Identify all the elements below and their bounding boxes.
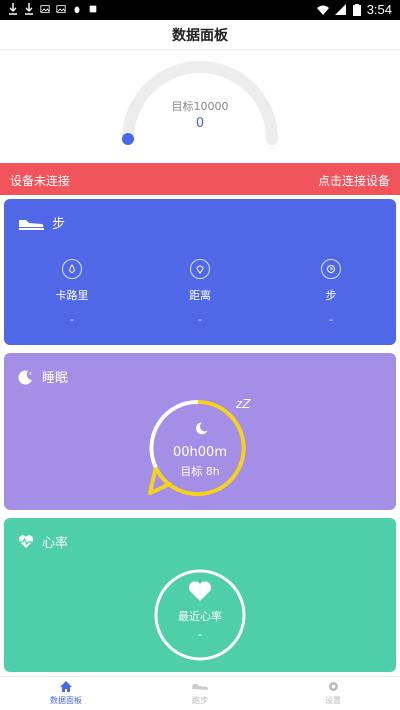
bottom-tab-bar: 数据面板 跑步 设置	[0, 676, 400, 710]
recent-heart-rate-value: -	[198, 628, 202, 641]
heart-icon	[188, 581, 212, 601]
sleep-goal: 目标 8h	[180, 465, 220, 478]
moon-icon: z	[18, 370, 32, 385]
gauge-value: 0	[195, 116, 205, 131]
heart-rate-card[interactable]: 心率 最近心率 -	[4, 518, 396, 672]
calories-value: -	[70, 313, 74, 326]
clock: 3:54	[366, 2, 392, 17]
download-icon	[9, 3, 17, 15]
svg-text:z: z	[29, 371, 32, 377]
bug-icon	[74, 6, 80, 14]
image-icon	[56, 5, 66, 13]
shoe-icon	[19, 219, 44, 230]
recent-heart-rate-label: 最近心率	[178, 610, 222, 623]
tab-running[interactable]: 跑步	[160, 680, 240, 706]
header: 数据面板	[0, 20, 400, 50]
tab-dashboard-label: 数据面板	[50, 696, 82, 705]
clock-icon	[321, 259, 341, 279]
calories-metric: 卡路里 -	[22, 259, 122, 326]
flame-icon	[62, 259, 82, 279]
calories-label: 卡路里	[55, 289, 89, 302]
image-icon	[40, 5, 50, 13]
tab-settings[interactable]: 设置	[293, 680, 373, 706]
notification-icon	[89, 5, 97, 13]
device-status-banner[interactable]: 设备未连接 点击连接设备	[0, 163, 400, 195]
distance-label: 距离	[189, 289, 211, 302]
connect-device-link[interactable]: 点击连接设备	[318, 172, 390, 189]
steps-value: -	[329, 313, 333, 326]
status-bar: 3:54	[0, 0, 400, 20]
heart-pulse-icon	[18, 535, 34, 548]
gauge-progress-dot	[122, 133, 134, 145]
steps-metric: 步 -	[281, 259, 381, 326]
steps-card[interactable]: 步 卡路里 - 距离 - 步 -	[4, 199, 396, 345]
gauge-target: 目标10000	[171, 100, 229, 113]
sleep-card-title: 睡眠	[42, 371, 69, 386]
distance-metric: 距离 -	[150, 259, 250, 326]
tab-running-label: 跑步	[192, 696, 208, 705]
step-gauge: 目标10000 0	[0, 50, 400, 162]
home-icon	[60, 681, 72, 692]
download-icon	[25, 3, 33, 15]
sleep-card[interactable]: z 睡眠 zZ 00h00m 目标 8h	[4, 353, 396, 510]
tab-dashboard[interactable]: 数据面板	[26, 680, 106, 706]
tab-settings-label: 设置	[325, 696, 341, 705]
heart-card-title: 心率	[42, 536, 69, 551]
distance-value: -	[198, 313, 202, 326]
steps-card-title: 步	[52, 217, 66, 232]
device-status-text: 设备未连接	[10, 174, 71, 188]
sleep-zz-text: zZ	[236, 397, 251, 411]
battery-icon	[352, 3, 361, 16]
location-icon	[190, 259, 210, 279]
signal-icon	[334, 3, 346, 15]
gear-icon	[328, 682, 338, 691]
page-title: 数据面板	[172, 28, 228, 44]
sleep-duration: 00h00m	[173, 445, 227, 460]
steps-label: 步	[325, 289, 337, 302]
shoe-icon	[192, 684, 208, 690]
wifi-icon	[316, 5, 329, 15]
